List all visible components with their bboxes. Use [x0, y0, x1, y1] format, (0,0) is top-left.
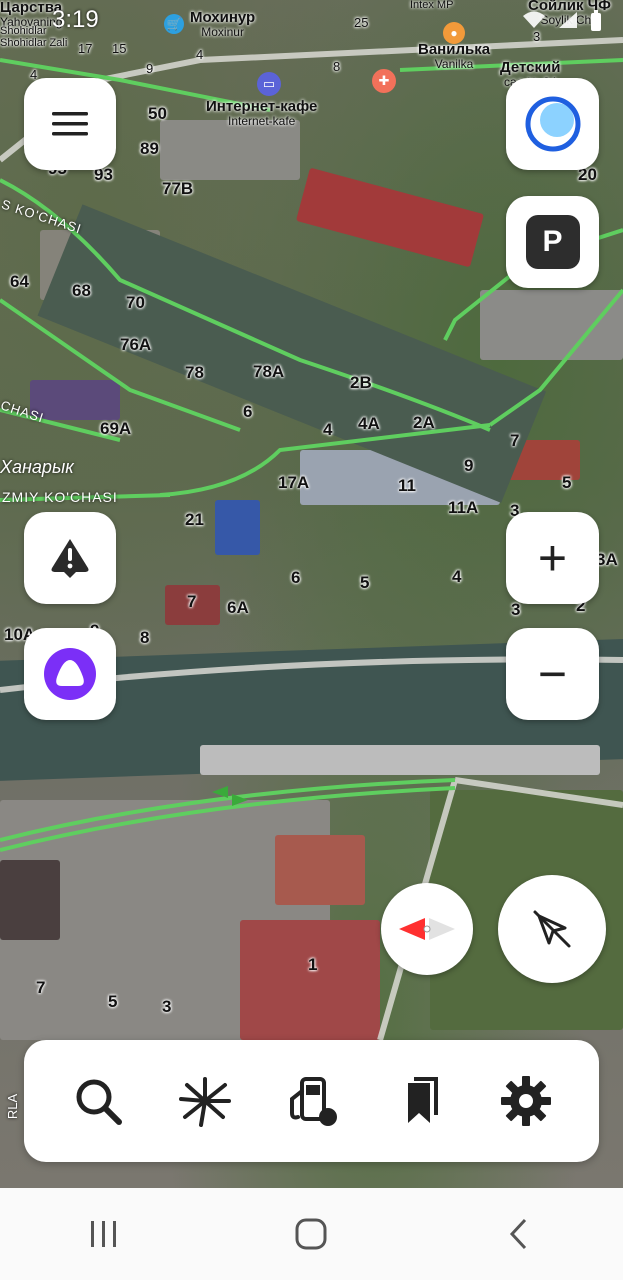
follow-off-icon	[533, 910, 571, 948]
gas-station-icon	[289, 1077, 337, 1126]
house-number: 4	[323, 420, 333, 439]
house-number: 15	[112, 41, 127, 56]
poi-label[interactable]: Ванилька Vanilka	[418, 42, 490, 70]
status-clock: 3:19	[52, 6, 99, 33]
house-number: 4	[452, 567, 462, 586]
house-number: 78A	[253, 362, 285, 381]
house-number: 2A	[413, 413, 435, 432]
house-number: 11A	[448, 498, 479, 517]
house-number: 50	[148, 104, 167, 123]
recent-apps-icon	[90, 1221, 116, 1247]
computer-icon[interactable]: ▭	[257, 72, 281, 96]
wifi-icon	[523, 11, 545, 28]
house-number: 6	[243, 402, 253, 421]
minus-icon: −	[537, 646, 568, 702]
settings-button[interactable]	[496, 1071, 556, 1131]
house-number: 77B	[162, 179, 194, 198]
assistant-circle-icon	[525, 96, 580, 152]
house-number: 8	[333, 59, 341, 74]
menu-button[interactable]	[24, 78, 116, 170]
house-number: 5	[360, 573, 370, 592]
parking-icon: P	[525, 215, 580, 269]
back-button[interactable]	[489, 1204, 549, 1264]
house-number: 3	[511, 600, 521, 619]
follow-mode-button[interactable]	[498, 875, 606, 983]
zoom-out-button[interactable]: −	[506, 628, 599, 720]
bottom-toolbar	[24, 1040, 599, 1162]
house-number: 21	[185, 510, 204, 529]
house-number: 7	[36, 978, 46, 997]
house-number: 76A	[120, 335, 152, 354]
house-number: 6	[291, 568, 301, 587]
house-number: 1	[308, 955, 318, 974]
dentist-icon[interactable]: ✚	[372, 69, 396, 93]
gas-station-button[interactable]	[282, 1071, 342, 1131]
house-number: 3	[162, 997, 172, 1016]
house-number: 4A	[358, 414, 380, 433]
system-nav-bar	[0, 1188, 623, 1280]
status-bar: 3:19	[0, 0, 623, 34]
zoom-in-button[interactable]: +	[506, 512, 599, 604]
compass-button[interactable]	[381, 883, 473, 975]
battery-icon	[591, 10, 601, 31]
street-label: Ханарык	[0, 457, 74, 477]
bookmarks-icon	[407, 1077, 438, 1123]
poi-label[interactable]: Интернет-кафе Internet-kafe	[206, 99, 317, 127]
parking-button[interactable]: P	[506, 196, 599, 288]
status-icons	[521, 10, 603, 32]
home-icon	[295, 1218, 327, 1250]
search-icon	[76, 1079, 122, 1125]
search-button[interactable]	[68, 1071, 128, 1131]
settings-icon	[500, 1076, 551, 1126]
back-icon	[510, 1218, 527, 1250]
house-number: 68	[72, 281, 91, 300]
house-number: 69A	[100, 419, 132, 438]
house-number: 7	[510, 431, 520, 450]
house-number: 6A	[227, 598, 249, 617]
voice-assistant-button[interactable]	[506, 78, 599, 170]
house-number: 4	[196, 47, 204, 62]
house-number: 9	[464, 456, 474, 475]
alice-button[interactable]	[24, 628, 116, 720]
routes-icon	[178, 1077, 231, 1127]
recent-apps-button[interactable]	[74, 1204, 134, 1264]
compass-icon	[399, 918, 455, 940]
house-number: 8	[140, 628, 150, 647]
routes-button[interactable]	[175, 1071, 235, 1131]
signal-icon	[559, 12, 577, 28]
plus-icon: +	[537, 530, 568, 586]
alice-icon	[44, 648, 96, 700]
house-number: 78	[185, 363, 204, 382]
house-number: 3A	[596, 550, 618, 569]
house-number: 70	[126, 293, 145, 312]
house-number: 89	[140, 139, 159, 158]
road-events-button[interactable]	[24, 512, 116, 604]
street-label: Shohidlar Zali	[0, 37, 68, 49]
street-label: RLA	[5, 1093, 21, 1120]
alert-icon	[51, 539, 89, 578]
house-number: 17A	[278, 473, 310, 492]
street-label: ZMIY KO'CHASI	[2, 489, 118, 505]
house-number: 11	[398, 476, 416, 495]
house-number: 64	[10, 272, 29, 291]
bookmarks-button[interactable]	[389, 1071, 449, 1131]
house-number: 7	[187, 592, 197, 611]
house-number: 5	[562, 473, 572, 492]
house-number: 2B	[350, 373, 372, 392]
house-number: 9	[146, 61, 154, 76]
house-number: 5	[108, 992, 118, 1011]
house-number: 17	[78, 41, 93, 56]
menu-icon	[52, 112, 88, 136]
home-button[interactable]	[281, 1204, 341, 1264]
